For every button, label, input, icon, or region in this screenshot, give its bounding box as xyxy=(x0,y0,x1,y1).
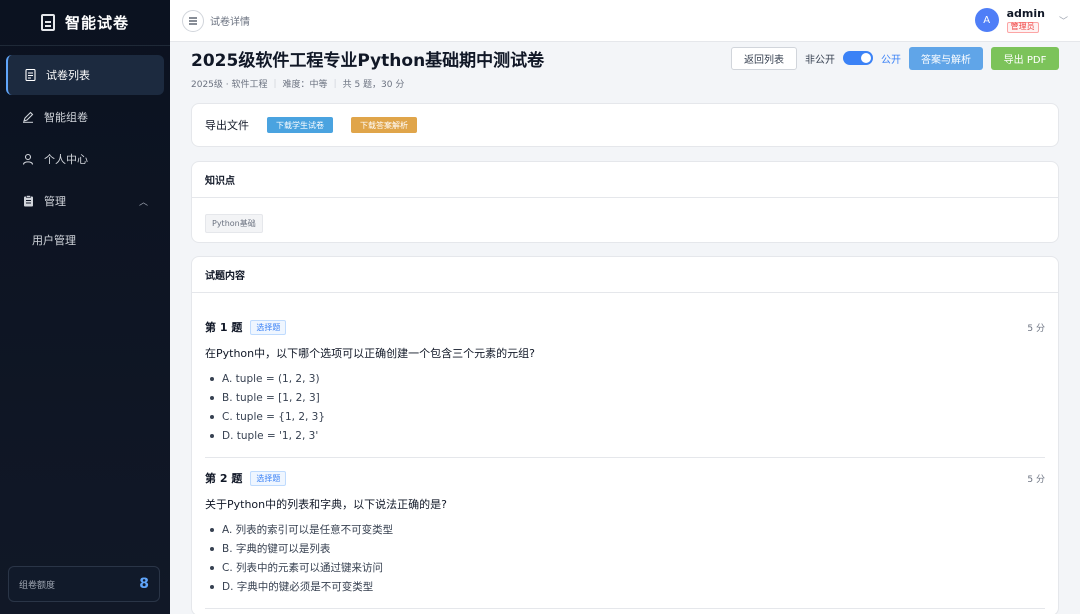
knowledge-title: 知识点 xyxy=(192,162,1058,198)
questions-body: 第 1 题 选择题 5 分 在Python中，以下哪个选项可以正确创建一个包含三… xyxy=(192,293,1058,609)
option-item: A. 列表的索引可以是任意不可变类型 xyxy=(205,520,1045,539)
question-text: 关于Python中的列表和字典，以下说法正确的是? xyxy=(205,498,447,511)
document-icon xyxy=(24,69,36,81)
breadcrumb: 试卷详情 xyxy=(210,17,250,28)
topbar: 试卷详情 A admin 管理员 ﹀ xyxy=(170,0,1080,42)
question-number: 第 1 题 xyxy=(205,321,243,334)
sidebar-item-label: 智能组卷 xyxy=(44,111,88,124)
option-item: B. tuple = [1, 2, 3] xyxy=(205,388,1045,407)
sidebar: 智能试卷 试卷列表 智能组卷 个人中心 管理 ︿ 用户管理 组卷额度 8 xyxy=(0,0,170,614)
clipboard-icon xyxy=(22,195,34,207)
question-text: 在Python中，以下哪个选项可以正确创建一个包含三个元素的元组? xyxy=(205,347,535,360)
menu-toggle-button[interactable] xyxy=(182,9,204,32)
back-to-list-button[interactable]: 返回列表 xyxy=(731,46,797,70)
question-options: A. 列表的索引可以是任意不可变类型 B. 字典的键可以是列表 C. 列表中的元… xyxy=(205,520,1045,596)
paper-meta: 2025级 · 软件工程 | 难度：中等 | 共 5 题，30 分 xyxy=(191,77,1059,91)
user-info: admin 管理员 xyxy=(1006,7,1045,33)
questions-title: 试题内容 xyxy=(192,257,1058,293)
knowledge-body: Python基础 xyxy=(192,198,1058,246)
user-name: admin xyxy=(1006,7,1045,21)
question-type-badge: 选择题 xyxy=(250,470,287,486)
question-score: 5 分 xyxy=(1027,474,1045,485)
chevron-down-icon: ﹀ xyxy=(1058,16,1068,27)
question-score: 5 分 xyxy=(1027,323,1045,334)
header-actions: 返回列表 非公开 公开 答案与解析 导出 PDF xyxy=(731,46,1059,70)
quota-box: 组卷额度 8 xyxy=(8,566,160,602)
option-item: C. 列表中的元素可以通过键来访问 xyxy=(205,558,1045,577)
hamburger-icon xyxy=(189,16,197,25)
brand: 智能试卷 xyxy=(0,0,170,46)
question-options: A. tuple = (1, 2, 3) B. tuple = [1, 2, 3… xyxy=(205,369,1045,445)
question-header: 第 2 题 选择题 5 分 xyxy=(205,470,1045,486)
sidebar-item-profile[interactable]: 个人中心 xyxy=(6,139,164,179)
main-content: 2025级软件工程专业Python基础期中测试卷 返回列表 非公开 公开 答案与… xyxy=(170,42,1080,614)
option-item: D. 字典中的键必须是不可变类型 xyxy=(205,577,1045,596)
questions-card: 试题内容 第 1 题 选择题 5 分 在Python中，以下哪个选项可以正确创建… xyxy=(191,256,1059,614)
export-card: 导出文件 下载学生试卷 下载答案解析 xyxy=(191,103,1059,147)
brand-title: 智能试卷 xyxy=(64,14,129,32)
download-student-paper-button[interactable]: 下载学生试卷 xyxy=(267,117,333,133)
option-item: D. tuple = '1, 2, 3' xyxy=(205,426,1045,445)
sidebar-item-label: 试卷列表 xyxy=(46,69,90,82)
meta-count: 共 5 题，30 分 xyxy=(342,80,405,90)
question-header: 第 1 题 选择题 5 分 xyxy=(205,319,1045,335)
document-logo-icon xyxy=(40,14,55,31)
meta-difficulty: 难度：中等 xyxy=(282,80,328,90)
sidebar-item-paper-list[interactable]: 试卷列表 xyxy=(6,55,164,95)
avatar: A xyxy=(974,8,999,33)
download-answers-button[interactable]: 下载答案解析 xyxy=(351,117,417,133)
pen-icon xyxy=(22,111,34,123)
sidebar-item-label: 个人中心 xyxy=(44,153,88,166)
meta-grade: 2025级 · 软件工程 xyxy=(191,80,268,90)
quota-label: 组卷额度 xyxy=(19,580,56,591)
sidebar-item-label: 管理 xyxy=(44,195,66,208)
knowledge-tag: Python基础 xyxy=(205,214,263,233)
private-label: 非公开 xyxy=(805,54,835,66)
public-toggle[interactable] xyxy=(843,51,873,65)
sidebar-subitem-user-management[interactable]: 用户管理 xyxy=(0,223,170,257)
option-item: B. 字典的键可以是列表 xyxy=(205,539,1045,558)
chevron-up-icon: ︿ xyxy=(138,197,148,208)
answers-button[interactable]: 答案与解析 xyxy=(909,46,983,70)
question-number: 第 2 题 xyxy=(205,472,243,485)
sidebar-item-smart-compose[interactable]: 智能组卷 xyxy=(6,97,164,137)
quota-value: 8 xyxy=(139,576,149,592)
option-item: C. tuple = {1, 2, 3} xyxy=(205,407,1045,426)
meta-divider: | xyxy=(273,78,277,89)
question-type-badge: 选择题 xyxy=(250,319,287,335)
question-item: 第 2 题 选择题 5 分 关于Python中的列表和字典，以下说法正确的是? … xyxy=(205,458,1045,609)
option-item: A. tuple = (1, 2, 3) xyxy=(205,369,1045,388)
user-menu[interactable]: A admin 管理员 ﹀ xyxy=(974,7,1068,33)
export-pdf-button[interactable]: 导出 PDF xyxy=(991,46,1059,70)
export-label: 导出文件 xyxy=(205,119,249,132)
public-label: 公开 xyxy=(881,54,901,66)
page-header: 2025级软件工程专业Python基础期中测试卷 返回列表 非公开 公开 答案与… xyxy=(191,43,1059,73)
page-title: 2025级软件工程专业Python基础期中测试卷 xyxy=(191,50,545,71)
role-badge: 管理员 xyxy=(1006,22,1039,33)
sidebar-item-admin[interactable]: 管理 ︿ xyxy=(6,181,164,221)
sidebar-nav: 试卷列表 智能组卷 个人中心 管理 ︿ 用户管理 xyxy=(0,55,170,257)
knowledge-card: 知识点 Python基础 xyxy=(191,161,1059,243)
question-item: 第 1 题 选择题 5 分 在Python中，以下哪个选项可以正确创建一个包含三… xyxy=(205,293,1045,458)
user-icon xyxy=(22,153,34,165)
meta-divider: | xyxy=(333,78,337,89)
